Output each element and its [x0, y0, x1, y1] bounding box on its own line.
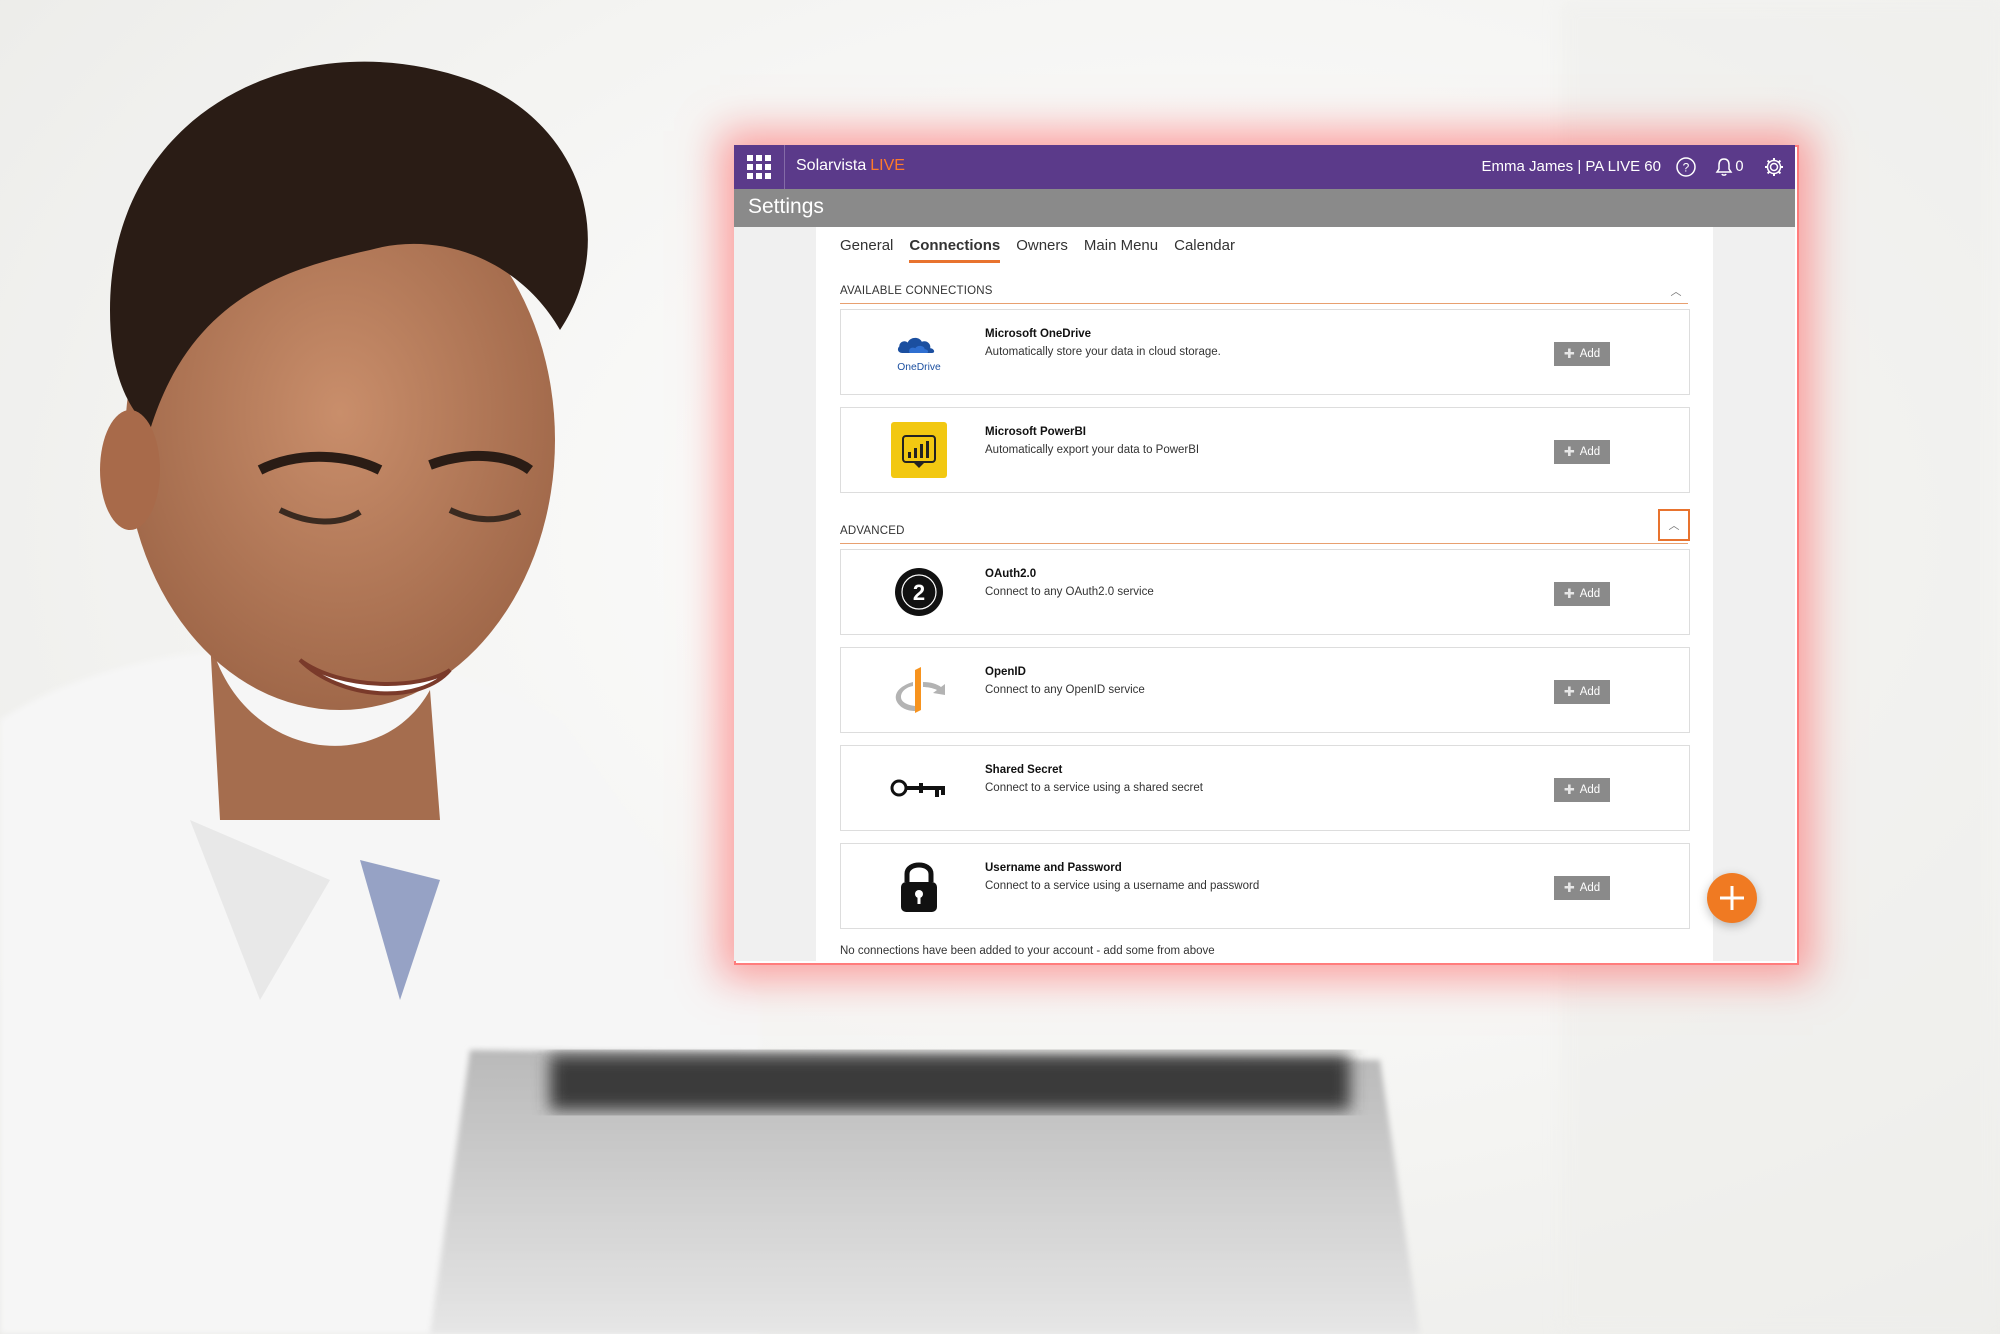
settings-content: General Connections Owners Main Menu Cal…: [816, 227, 1713, 961]
connection-description: Automatically export your data to PowerB…: [985, 444, 1200, 456]
grid-icon: [747, 155, 771, 179]
connection-name: OAuth2.0: [985, 568, 1037, 580]
help-icon[interactable]: ?: [1675, 155, 1697, 179]
add-oauth2-button[interactable]: ✚ Add: [1554, 582, 1610, 606]
add-button-label: Add: [1579, 446, 1601, 458]
app-launcher-button[interactable]: [734, 145, 785, 189]
add-connection-fab[interactable]: [1707, 873, 1757, 923]
brand-name: Solarvista: [796, 157, 867, 174]
connection-description: Connect to any OpenID service: [985, 684, 1145, 696]
add-openid-button[interactable]: ✚ Add: [1554, 680, 1610, 704]
notification-count: 0: [1735, 159, 1744, 175]
connection-name: Microsoft PowerBI: [985, 426, 1086, 438]
right-gutter: [1713, 227, 1795, 961]
onedrive-logo-text: OneDrive: [897, 362, 941, 373]
title-bar: Settings: [734, 189, 1795, 227]
available-connections-header: AVAILABLE CONNECTIONS ︿: [840, 279, 1688, 304]
plus-icon: ✚: [1563, 444, 1575, 459]
tab-connections[interactable]: Connections: [909, 237, 1001, 263]
chevron-up-icon[interactable]: ︿: [1668, 283, 1684, 299]
left-gutter: [734, 227, 816, 961]
add-shared-secret-button[interactable]: ✚ Add: [1554, 778, 1610, 802]
chevron-up-icon[interactable]: ︿: [1658, 509, 1690, 541]
user-account-label[interactable]: Emma James | PA LIVE 60: [1481, 158, 1661, 175]
plus-icon: ✚: [1563, 880, 1575, 895]
tab-main-menu[interactable]: Main Menu: [1084, 237, 1158, 263]
add-onedrive-button[interactable]: ✚ Add: [1554, 342, 1610, 366]
oauth2-icon: 2: [889, 562, 949, 622]
connection-card-onedrive: OneDrive Microsoft OneDrive Automaticall…: [840, 309, 1690, 395]
top-bar: Solarvista LIVE Emma James | PA LIVE 60 ?…: [734, 145, 1795, 189]
plus-icon: ✚: [1563, 586, 1575, 601]
connection-card-powerbi: Microsoft PowerBI Automatically export y…: [840, 407, 1690, 493]
onedrive-icon: OneDrive: [889, 322, 949, 382]
connection-name: Microsoft OneDrive: [985, 328, 1092, 340]
plus-icon: ✚: [1563, 684, 1575, 699]
add-button-label: Add: [1579, 348, 1601, 360]
add-button-label: Add: [1579, 588, 1601, 600]
brand-suffix: LIVE: [870, 157, 905, 174]
powerbi-icon: [889, 420, 949, 480]
connection-card-openid: OpenID Connect to any OpenID service ✚ Ad…: [840, 647, 1690, 733]
brand-logo: Solarvista LIVE: [796, 157, 905, 175]
plus-icon: ✚: [1563, 346, 1575, 361]
add-button-label: Add: [1579, 882, 1601, 894]
connection-description: Connect to a service using a username an…: [985, 880, 1260, 892]
connection-description: Connect to a service using a shared secr…: [985, 782, 1203, 794]
section-label: AVAILABLE CONNECTIONS: [840, 285, 993, 297]
connection-name: OpenID: [985, 666, 1026, 678]
key-icon: [889, 758, 949, 818]
connection-card-shared-secret: Shared Secret Connect to a service using…: [840, 745, 1690, 831]
settings-tabs: General Connections Owners Main Menu Cal…: [840, 237, 1235, 263]
tab-owners[interactable]: Owners: [1016, 237, 1068, 263]
notifications-button[interactable]: 0: [1715, 155, 1747, 179]
advanced-header: ADVANCED ︿: [840, 509, 1690, 544]
plus-icon: [1720, 886, 1744, 910]
gear-icon[interactable]: [1763, 155, 1785, 179]
section-label: ADVANCED: [840, 525, 905, 537]
tab-general[interactable]: General: [840, 237, 893, 263]
openid-icon: [889, 660, 949, 720]
bell-icon: [1715, 158, 1733, 176]
connection-card-oauth2: 2 OAuth2.0 Connect to any OAuth2.0 servi…: [840, 549, 1690, 635]
add-button-label: Add: [1579, 784, 1601, 796]
connection-description: Automatically store your data in cloud s…: [985, 346, 1221, 358]
plus-icon: ✚: [1563, 782, 1575, 797]
add-button-label: Add: [1579, 686, 1601, 698]
connection-name: Username and Password: [985, 862, 1122, 874]
add-powerbi-button[interactable]: ✚ Add: [1554, 440, 1610, 464]
connection-name: Shared Secret: [985, 764, 1063, 776]
app-window: Solarvista LIVE Emma James | PA LIVE 60 ?…: [734, 145, 1795, 961]
connection-card-username-password: Username and Password Connect to a servi…: [840, 843, 1690, 929]
oauth2-logo-text: 2: [913, 580, 925, 605]
lock-icon: [889, 856, 949, 916]
svg-text:?: ?: [1683, 161, 1690, 175]
empty-connections-message: No connections have been added to your a…: [840, 945, 1215, 957]
add-username-password-button[interactable]: ✚ Add: [1554, 876, 1610, 900]
page-title: Settings: [748, 195, 824, 218]
connection-description: Connect to any OAuth2.0 service: [985, 586, 1154, 598]
tab-calendar[interactable]: Calendar: [1174, 237, 1235, 263]
